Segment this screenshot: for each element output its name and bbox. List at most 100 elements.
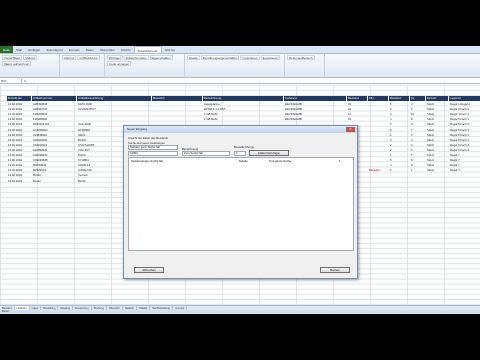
table-cell[interactable]: A32942004 <box>33 138 47 142</box>
record-macro-button[interactable]: Makro aufzeichnen <box>2 61 32 66</box>
table-cell[interactable]: 13.02.2004 <box>8 117 22 121</box>
table-cell[interactable]: Modul <box>33 173 41 177</box>
table-cell[interactable]: 13.02.2004 <box>8 168 22 172</box>
insert-control-button[interactable]: Einfügen <box>107 55 123 60</box>
tab-review[interactable]: Überprüfen <box>97 46 118 53</box>
com-addins-button[interactable]: COM-Add-Ins <box>77 55 100 60</box>
table-cell[interactable]: BLOG <box>78 179 86 183</box>
table-cell[interactable]: 4 <box>390 163 392 167</box>
table-cell[interactable]: C60238434 <box>33 153 47 157</box>
table-cell[interactable]: Stück <box>427 148 434 152</box>
table-cell[interactable]: Regal 7 <box>450 153 460 157</box>
table-cell[interactable]: Stück <box>427 133 434 137</box>
table-cell[interactable]: Stück <box>427 102 434 106</box>
table-cell[interactable]: 4 <box>390 117 392 121</box>
table-cell[interactable]: Vertrieb <box>78 173 88 177</box>
table-cell[interactable]: 2 GB RAM <box>204 117 217 121</box>
visual-basic-button[interactable]: Visual Basic <box>2 55 23 60</box>
table-cell[interactable]: 5 <box>390 128 392 132</box>
tab-formulas[interactable]: Formeln <box>66 46 83 53</box>
table-cell[interactable]: DEVICEGMB <box>285 102 302 106</box>
table-cell[interactable]: C91102021 <box>33 143 47 147</box>
import-button[interactable]: Importieren <box>240 55 260 60</box>
table-cell[interactable]: 13.02.2004 <box>8 143 22 147</box>
table-cell[interactable]: Stück <box>427 158 434 162</box>
table-cell[interactable]: 22 <box>348 107 351 111</box>
table-cell[interactable]: Regal 5 Fach 3 <box>450 128 469 132</box>
table-cell[interactable]: 2 <box>390 148 392 152</box>
table-cell[interactable]: Stück <box>427 128 434 132</box>
tab-start[interactable]: Start <box>13 46 25 53</box>
table-cell[interactable]: Regal 6 Fach 3 <box>450 143 469 147</box>
properties-button[interactable]: Eigenschaften <box>149 55 173 60</box>
macros-button[interactable]: Makros <box>23 55 38 60</box>
table-cell[interactable]: 13.02.2004 <box>8 102 22 106</box>
table-cell[interactable]: Stück <box>427 163 434 167</box>
table-cell[interactable]: Hauptplatine <box>204 102 220 106</box>
table-cell[interactable]: 13.02.2004 <box>8 133 22 137</box>
table-cell[interactable]: KAT0-0000 <box>78 102 92 106</box>
header-actual[interactable]: Ist <box>410 96 425 101</box>
table-cell[interactable]: Modul <box>33 179 41 183</box>
table-cell[interactable]: 4 <box>411 143 413 147</box>
tab-data[interactable]: Daten <box>83 46 97 53</box>
addins-button[interactable]: Add-Ins <box>62 55 77 60</box>
table-cell[interactable]: 7 <box>411 128 413 132</box>
table-cell[interactable]: R812404404 <box>33 122 49 126</box>
table-cell[interactable]: 13.02.2004 <box>8 148 22 152</box>
document-panel-button[interactable]: Dokumentbereich <box>287 55 315 60</box>
header-article-number[interactable]: Artikelnummer <box>32 96 76 101</box>
table-cell[interactable]: 13.02.2004 <box>8 107 22 111</box>
header-stock[interactable]: Bestand <box>347 96 367 101</box>
table-cell[interactable]: 6 <box>411 148 413 152</box>
export-button[interactable]: Exportieren <box>260 55 280 60</box>
table-cell[interactable]: 4 <box>411 133 413 137</box>
table-cell[interactable]: 1 <box>390 153 392 157</box>
table-cell[interactable]: 5 <box>390 158 392 162</box>
table-cell[interactable]: 5 <box>390 102 392 106</box>
ok-button[interactable]: Buchen <box>320 267 350 273</box>
table-cell[interactable]: Regal 7 <box>450 163 460 167</box>
table-cell[interactable]: Stück <box>427 122 434 126</box>
table-cell[interactable]: BASIC <box>78 138 86 142</box>
source-button[interactable]: Quelle <box>187 55 200 60</box>
table-cell[interactable]: 10 <box>348 117 351 121</box>
table-cell[interactable]: CODE-12 <box>78 163 90 167</box>
tab-view[interactable]: Ansicht <box>118 46 134 53</box>
table-cell[interactable]: 1 <box>411 168 413 172</box>
table-cell[interactable]: DEVICEGMB <box>285 107 302 111</box>
table-cell[interactable]: A28490834 <box>33 102 47 106</box>
table-cell[interactable]: VGA-DVI <box>78 148 90 152</box>
table-cell[interactable]: 13.02.2004 <box>8 128 22 132</box>
table-cell[interactable]: 3 <box>411 138 413 142</box>
table-cell[interactable]: 13.02.2004 <box>8 112 22 116</box>
table-cell[interactable]: Regal 7 <box>450 158 460 162</box>
table-cell[interactable]: 13.02.2004 <box>8 122 22 126</box>
table-cell[interactable]: 13.02.2004 <box>8 179 22 183</box>
table-cell[interactable]: 13.02.2004 <box>8 173 22 177</box>
table-cell[interactable]: CAD-RAM <box>78 122 91 126</box>
table-cell[interactable]: Regal 1 Regal 2 <box>450 102 470 106</box>
tab-insert[interactable]: Einfügen <box>25 46 43 53</box>
table-cell[interactable]: Regal 6 Fach 2 <box>450 138 469 142</box>
table-cell[interactable]: 5 <box>390 122 392 126</box>
table-cell[interactable]: M9403932 <box>33 163 46 167</box>
table-cell[interactable]: 10 <box>411 112 414 116</box>
table-cell[interactable]: A28493704 <box>33 107 47 111</box>
tab-developer[interactable]: Entwicklertools <box>133 46 162 53</box>
table-cell[interactable]: 3 <box>411 102 413 106</box>
header-order-number[interactable]: Bestellnr. <box>152 96 202 101</box>
table-cell[interactable]: G19240822 <box>33 128 48 132</box>
table-cell[interactable]: Bestellen <box>369 168 381 172</box>
table-cell[interactable]: 2 <box>390 168 392 172</box>
table-cell[interactable]: Regal 5 Fach 1 <box>450 117 469 121</box>
table-cell[interactable]: 4 <box>390 112 392 116</box>
table-cell[interactable]: 6 <box>411 158 413 162</box>
table-cell[interactable]: 13.02.2004 <box>8 153 22 157</box>
add-article-button[interactable]: Artikel hinzufügen <box>249 150 289 156</box>
table-cell[interactable]: U09238838 <box>33 158 47 162</box>
table-cell[interactable]: F18283800 <box>33 117 47 121</box>
table-cell[interactable]: LENS <box>78 133 85 137</box>
table-cell[interactable]: HTM0981 <box>78 128 90 132</box>
table-cell[interactable]: Stück <box>427 107 434 111</box>
